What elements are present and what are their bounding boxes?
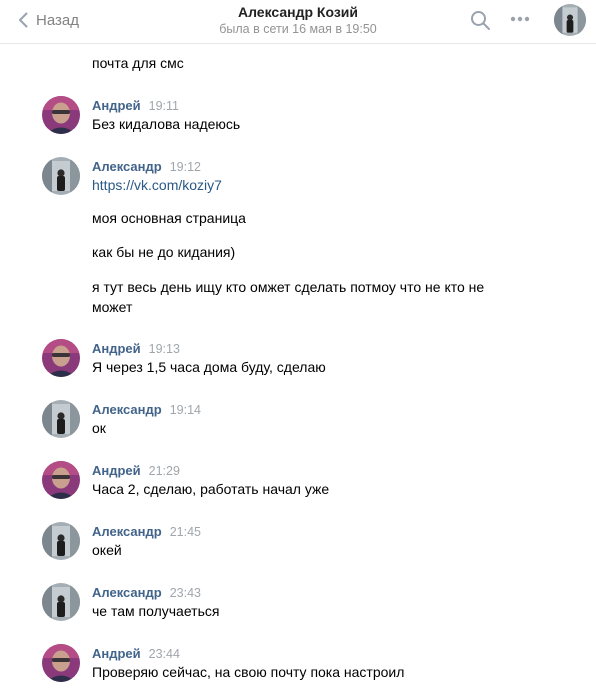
message-text: Часа 2, сделаю, работать начал уже <box>92 481 330 497</box>
message-text: https://vk.com/koziy7 <box>92 175 512 195</box>
chat-header: Назад Александр Козий была в сети 16 мая… <box>0 0 596 44</box>
message-meta: Андрей 19:11 <box>92 98 179 114</box>
avatar[interactable] <box>42 644 80 682</box>
message-text: моя основная страница <box>92 210 246 226</box>
more-dots-icon[interactable] <box>510 16 530 22</box>
message-link[interactable]: https://vk.com/koziy7 <box>92 177 222 193</box>
message-time[interactable]: 21:45 <box>170 525 201 539</box>
author-name[interactable]: Андрей <box>92 646 141 661</box>
search-icon[interactable] <box>470 10 491 31</box>
last-seen-status: была в сети 16 мая в 19:50 <box>219 22 377 36</box>
message-time[interactable]: 23:44 <box>149 647 180 661</box>
message-text: че там получаеться <box>92 603 220 619</box>
message-time[interactable]: 19:13 <box>149 342 180 356</box>
header-avatar[interactable] <box>554 4 586 36</box>
message-time[interactable]: 19:11 <box>149 99 179 113</box>
author-name[interactable]: Александр <box>92 585 162 600</box>
chat-title[interactable]: Александр Козий <box>0 4 596 21</box>
message-time[interactable]: 19:14 <box>170 403 201 417</box>
author-name[interactable]: Андрей <box>92 98 141 113</box>
author-name[interactable]: Андрей <box>92 463 141 478</box>
author-name[interactable]: Александр <box>92 402 162 417</box>
message-text: почта для смс <box>92 55 184 71</box>
avatar[interactable] <box>42 583 80 621</box>
avatar[interactable] <box>42 522 80 560</box>
message-meta: Александр 19:14 <box>92 402 201 418</box>
message-text: Проверяю сейчас, на свою почту пока наст… <box>92 664 405 680</box>
message-meta: Александр 19:12 <box>92 159 201 175</box>
message-meta: Александр 23:43 <box>92 585 201 601</box>
message-text: я тут весь день ищу кто омжет сделать по… <box>92 279 485 315</box>
message-text: Я через 1,5 часа дома буду, сделаю <box>92 359 326 375</box>
avatar[interactable] <box>42 339 80 377</box>
message-text: ок <box>92 420 106 436</box>
author-name[interactable]: Александр <box>92 159 162 174</box>
message-meta: Андрей 21:29 <box>92 463 180 479</box>
message-text: Без кидалова надеюсь <box>92 116 241 132</box>
avatar[interactable] <box>42 461 80 499</box>
message-meta: Александр 21:45 <box>92 524 201 540</box>
avatar[interactable] <box>42 157 80 195</box>
author-name[interactable]: Андрей <box>92 341 141 356</box>
message-time[interactable]: 19:12 <box>170 160 201 174</box>
message-time[interactable]: 21:29 <box>149 464 180 478</box>
message-text: как бы не до кидания) <box>92 244 236 260</box>
avatar[interactable] <box>42 400 80 438</box>
message-meta: Андрей 19:13 <box>92 341 180 357</box>
message-text: окей <box>92 542 122 558</box>
author-name[interactable]: Александр <box>92 524 162 539</box>
avatar[interactable] <box>42 96 80 134</box>
message-time[interactable]: 23:43 <box>170 586 201 600</box>
message-meta: Андрей 23:44 <box>92 646 180 662</box>
